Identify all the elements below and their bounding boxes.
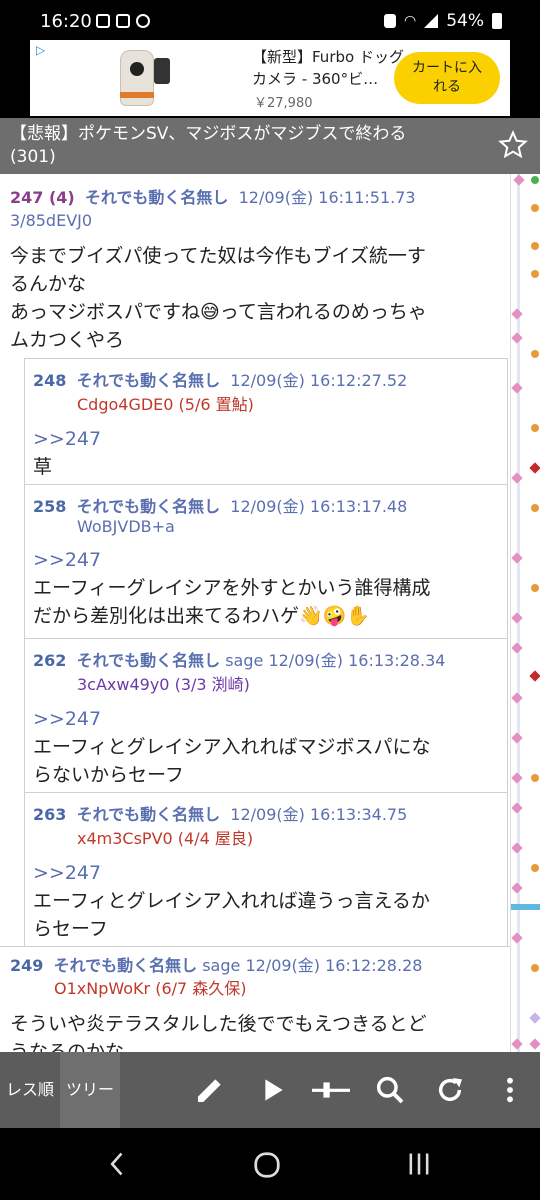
sage-label: sage: [225, 651, 264, 670]
tab-tree[interactable]: ツリー: [60, 1052, 120, 1128]
post-date: 12/09(金) 16:12:28.28: [245, 956, 423, 975]
recents-icon[interactable]: [404, 1150, 434, 1178]
poster-id[interactable]: 3cAxw49y0 (3/3 渕崎): [77, 675, 250, 694]
poster-id[interactable]: O1xNpWoKr (6/7 森久保): [54, 979, 247, 998]
slider-icon[interactable]: [312, 1074, 350, 1106]
post-number[interactable]: 249: [10, 956, 43, 975]
reply-anchor[interactable]: >>247: [33, 546, 503, 574]
play-icon[interactable]: [256, 1074, 288, 1106]
poster-name: それでも動く名無し: [76, 497, 221, 516]
reply-anchor[interactable]: >>247: [33, 705, 503, 733]
poster-id[interactable]: x4m3CsPV0 (4/4 屋良): [77, 829, 253, 848]
battery-icon: [492, 13, 502, 29]
thread-count: (301): [10, 147, 56, 167]
notification-icon: [116, 14, 130, 28]
lock-icon: [383, 14, 396, 28]
post-number[interactable]: 258: [33, 497, 66, 516]
poster-name: それでも動く名無し: [76, 651, 221, 670]
alarm-icon: [136, 14, 150, 28]
tab-order[interactable]: レス順: [0, 1052, 60, 1128]
post-number[interactable]: 247 (4): [10, 188, 75, 207]
ad-price: ￥27,980: [254, 96, 313, 111]
post-number[interactable]: 262: [33, 651, 66, 670]
pencil-icon[interactable]: [194, 1074, 226, 1106]
post-249[interactable]: 249 それでも動く名無し sage 12/09(金) 16:12:28.28 …: [10, 954, 510, 1052]
reply-262[interactable]: 262 それでも動く名無し sage 12/09(金) 16:13:28.34 …: [24, 638, 508, 792]
sage-label: sage: [202, 956, 241, 975]
ad-product-image[interactable]: [102, 44, 172, 110]
poster-name: それでも動く名無し: [84, 188, 229, 207]
system-nav-bar: [0, 1128, 540, 1200]
reply-anchor[interactable]: >>247: [33, 859, 503, 887]
reply-248[interactable]: 248 それでも動く名無し 12/09(金) 16:12:27.52 Cdgo4…: [24, 358, 508, 484]
bottom-toolbar: レス順 ツリー: [0, 1052, 540, 1128]
weather-icon: [96, 14, 110, 28]
poster-id[interactable]: WoBJVDB+a: [77, 517, 175, 536]
ad-banner[interactable]: ▷ 【新型】Furbo ドッグカメラ - 360°ビ… ￥27,980 カートに…: [0, 40, 540, 118]
battery-percent: 54%: [446, 11, 484, 31]
post-date: 12/09(金) 16:11:51.73: [238, 188, 416, 207]
poster-id[interactable]: Cdgo4GDE0 (5/6 置鮎): [77, 395, 254, 414]
notification-icons: [96, 14, 150, 28]
status-bar: 16:20 ◠ 54%: [0, 0, 540, 40]
wifi-icon: ◠: [403, 13, 417, 29]
post-247[interactable]: 247 (4) それでも動く名無し 12/09(金) 16:11:51.73 3…: [10, 186, 510, 354]
reply-anchor[interactable]: >>247: [33, 425, 503, 453]
post-body: >>247 草: [33, 425, 503, 481]
add-to-cart-button[interactable]: カートに入れる: [394, 52, 500, 104]
post-date: 12/09(金) 16:13:17.48: [230, 497, 408, 516]
status-right: ◠ 54%: [383, 11, 502, 31]
post-number[interactable]: 263: [33, 805, 66, 824]
poster-id[interactable]: 3/85dEVJ0: [10, 211, 92, 230]
post-body: >>247 エーフィとグレイシア入れれば違うっ言えるか らセーフ: [33, 859, 503, 943]
thread-header: 【悲報】ポケモンSV、マジボスがマジブスで終わる (301): [0, 118, 540, 174]
status-time: 16:20: [40, 11, 92, 32]
thread-content[interactable]: 247 (4) それでも動く名無し 12/09(金) 16:11:51.73 3…: [0, 174, 540, 1052]
post-meta: 247 (4) それでも動く名無し 12/09(金) 16:11:51.73 3…: [10, 186, 510, 232]
refresh-icon[interactable]: [434, 1074, 466, 1106]
poster-name: それでも動く名無し: [53, 956, 198, 975]
home-icon[interactable]: [252, 1150, 282, 1180]
poster-name: それでも動く名無し: [76, 805, 221, 824]
more-vert-icon[interactable]: [494, 1074, 526, 1106]
reply-258[interactable]: 258 それでも動く名無し 12/09(金) 16:13:17.48 WoBJV…: [24, 484, 508, 638]
post-body: そういや炎テラスタルした後ででもえつきるとど うなるのかな: [10, 1013, 427, 1052]
signal-icon: [424, 14, 439, 28]
post-number[interactable]: 248: [33, 371, 66, 390]
thread-minimap[interactable]: [510, 174, 540, 1052]
thread-title: 【悲報】ポケモンSV、マジボスがマジブスで終わる (301): [10, 124, 407, 167]
poster-name: それでも動く名無し: [76, 371, 221, 390]
reply-263[interactable]: 263 それでも動く名無し 12/09(金) 16:13:34.75 x4m3C…: [24, 792, 508, 946]
adchoices-icon[interactable]: ▷: [36, 43, 45, 57]
post-body: >>247 エーフィーグレイシアを外すとかいう誰得構成 だから差別化は出来てるわ…: [33, 546, 503, 630]
post-date: 12/09(金) 16:13:34.75: [230, 805, 408, 824]
favorite-star-icon[interactable]: [498, 130, 528, 160]
post-date: 12/09(金) 16:12:27.52: [230, 371, 408, 390]
post-date: 12/09(金) 16:13:28.34: [268, 651, 446, 670]
post-body: >>247 エーフィとグレイシア入れればマジボスパにな らないからセーフ: [33, 705, 503, 789]
post-body: 今までブイズパ使ってた奴は今作もブイズ統一す るんかな あっマジボスパですね😅っ…: [10, 245, 427, 351]
ad-title[interactable]: 【新型】Furbo ドッグカメラ - 360°ビ…: [252, 46, 412, 90]
divider: [0, 946, 510, 947]
search-icon[interactable]: [374, 1074, 406, 1106]
back-icon[interactable]: [104, 1150, 132, 1178]
